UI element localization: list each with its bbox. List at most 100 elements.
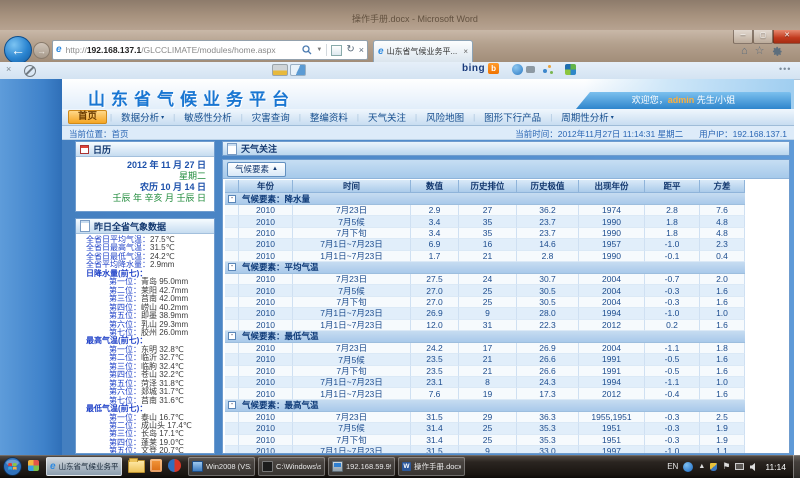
addon-grey-icon[interactable] <box>526 66 535 73</box>
climate-element-button[interactable]: 气候要素 ▲ <box>227 162 286 177</box>
minimize-button[interactable]: ─ <box>733 30 753 44</box>
cell: 2010 <box>239 377 293 388</box>
page-left-margin <box>0 79 62 455</box>
home-icon[interactable]: ⌂ <box>741 46 748 57</box>
explorer-folder-icon[interactable] <box>128 460 145 473</box>
table-row[interactable]: 20107月5候3.43523.719901.84.8 <box>225 216 745 227</box>
collapse-icon[interactable]: - <box>228 332 236 340</box>
cell: 4.8 <box>700 228 745 239</box>
gadget-icon[interactable] <box>28 460 39 471</box>
gear-icon[interactable] <box>772 46 783 57</box>
addon-grid-icon[interactable] <box>565 64 576 75</box>
maximize-button[interactable]: ▢ <box>753 30 773 44</box>
tray-messenger-icon[interactable] <box>683 462 693 472</box>
collapse-icon[interactable]: - <box>228 401 236 409</box>
stop-icon[interactable]: × <box>359 46 364 55</box>
table-row[interactable]: 20101月1日~7月23日12.03122.320120.21.6 <box>225 320 745 331</box>
table-row[interactable]: 20107月下旬31.42535.31951-0.31.9 <box>225 435 745 446</box>
calendar-weekday: 星期二 <box>76 171 206 182</box>
nav-item-3[interactable]: 灾害查询 <box>243 110 299 124</box>
cell: 2010 <box>239 435 293 446</box>
table-row[interactable]: 20107月5候31.42535.31951-0.31.9 <box>225 423 745 434</box>
cell: 27.5 <box>411 274 459 285</box>
nav-item-0[interactable]: 首页 <box>68 110 107 124</box>
taskbar-task-remote[interactable]: 192.168.59.99... <box>328 457 395 476</box>
collapse-icon[interactable]: - <box>228 195 236 203</box>
group-row[interactable]: -气候要素：平均气温 <box>225 262 745 274</box>
row-indent-cell <box>225 366 239 377</box>
show-desktop-button[interactable] <box>793 455 800 478</box>
network-icon[interactable] <box>735 463 744 470</box>
addon-sparkle-icon[interactable] <box>543 64 554 75</box>
cell: 7月5候 <box>293 216 411 227</box>
nav-item-1[interactable]: 数据分析▾ <box>112 110 173 124</box>
nav-item-6[interactable]: 风险地图 <box>417 110 473 124</box>
group-row[interactable]: -气候要素：最高气温 <box>225 400 745 412</box>
row-indent-cell <box>225 297 239 308</box>
url-text[interactable]: http://192.168.137.1/GLCCLIMATE/modules/… <box>66 45 300 55</box>
address-bar[interactable]: e http://192.168.137.1/GLCCLIMATE/module… <box>52 40 368 60</box>
pinned-app-round-icon[interactable] <box>168 459 181 472</box>
send-mail-icon[interactable] <box>290 64 306 76</box>
nav-item-5[interactable]: 天气关注 <box>359 110 415 124</box>
row-indent-cell <box>225 320 239 331</box>
blocked-circle-icon[interactable] <box>24 65 36 77</box>
page-favicon-ie-icon: e <box>56 45 62 55</box>
compatibility-view-icon[interactable] <box>331 45 342 56</box>
taskbar-active-ie-task[interactable]: e 山东省气候业务平... <box>46 457 122 476</box>
collapse-icon[interactable]: - <box>228 263 236 271</box>
close-pane-icon[interactable]: × <box>6 65 11 74</box>
favorites-star-icon[interactable]: ☆ <box>755 46 765 57</box>
taskbar-task-word[interactable]: 操作手册.docx -... <box>398 457 465 476</box>
table-row[interactable]: 20101月1日~7月23日1.7212.81990-0.10.4 <box>225 251 745 262</box>
row-indent-cell <box>225 343 239 354</box>
start-button[interactable] <box>3 457 22 476</box>
table-row[interactable]: 20107月下旬23.52126.61991-0.51.6 <box>225 366 745 377</box>
nav-item-8[interactable]: 周期性分析▾ <box>552 110 623 124</box>
taskbar-task-window[interactable]: Win2008 (VS2... <box>188 457 255 476</box>
group-row[interactable]: -气候要素：最低气温 <box>225 331 745 343</box>
nav-item-2[interactable]: 敏感性分析 <box>175 110 241 124</box>
cell: -0.4 <box>645 388 700 399</box>
table-row[interactable]: 20101月1日~7月23日7.61917.32012-0.41.6 <box>225 388 745 399</box>
action-center-shield-icon[interactable] <box>710 463 717 471</box>
table-row[interactable]: 20107月下旬27.02530.52004-0.31.6 <box>225 297 745 308</box>
address-dropdown-icon[interactable]: ▼ <box>316 47 322 53</box>
language-indicator[interactable]: EN <box>667 462 678 471</box>
table-row[interactable]: 20107月5候23.52126.61991-0.51.6 <box>225 354 745 365</box>
group-row[interactable]: -气候要素：降水量 <box>225 193 745 205</box>
cell: 24.3 <box>517 377 579 388</box>
mail-card-icon[interactable] <box>272 64 288 76</box>
nav-item-7[interactable]: 图形下行产品 <box>475 110 550 124</box>
table-row[interactable]: 20107月23日31.52936.31955,1951-0.32.5 <box>225 412 745 423</box>
table-row[interactable]: 20107月下旬3.43523.719901.84.8 <box>225 228 745 239</box>
browser-tab[interactable]: e 山东省气候业务平... × <box>373 40 473 62</box>
table-row[interactable]: 20107月23日27.52430.72004-0.72.0 <box>225 274 745 285</box>
table-row[interactable]: 20107月1日~7月23日23.1824.31994-1.11.0 <box>225 377 745 388</box>
table-row[interactable]: 20107月1日~7月23日6.91614.61957-1.02.3 <box>225 239 745 250</box>
pinned-app-orange-icon[interactable] <box>150 459 162 472</box>
table-row[interactable]: 20107月23日24.21726.92004-1.11.8 <box>225 343 745 354</box>
tab-close-icon[interactable]: × <box>463 47 468 56</box>
close-button[interactable]: ✕ <box>773 30 800 44</box>
flag-icon[interactable]: ⚑ <box>722 462 730 471</box>
volume-icon[interactable] <box>749 463 758 471</box>
addon-blue-circle-icon[interactable] <box>512 64 523 75</box>
clock[interactable]: 11:14 <box>765 462 786 472</box>
browser-forward-button[interactable]: → <box>33 42 50 59</box>
table-row[interactable]: 20107月5候27.02530.52004-0.31.6 <box>225 285 745 296</box>
table-row[interactable]: 20107月1日~7月23日31.5933.01997-1.01.1 <box>225 446 745 454</box>
search-icon[interactable] <box>302 45 312 55</box>
more-options-icon[interactable]: ••• <box>779 64 791 74</box>
tray-expand-icon[interactable]: ▲ <box>698 463 705 470</box>
bing-toolbar[interactable]: bing b <box>462 63 499 74</box>
cell: 2010 <box>239 251 293 262</box>
browser-back-button[interactable]: ← <box>4 36 32 64</box>
cell: 2010 <box>239 343 293 354</box>
table-row[interactable]: 20107月1日~7月23日26.9928.01994-1.01.0 <box>225 308 745 319</box>
nav-item-4[interactable]: 整编资料 <box>301 110 357 124</box>
taskbar-task-terminal[interactable]: C:\Windows\s... <box>258 457 325 476</box>
calendar-lunar-date: 农历 10 月 14 日 <box>76 182 206 193</box>
refresh-icon[interactable]: ↻ <box>346 45 354 55</box>
table-row[interactable]: 20107月23日2.92736.219742.87.6 <box>225 205 745 216</box>
